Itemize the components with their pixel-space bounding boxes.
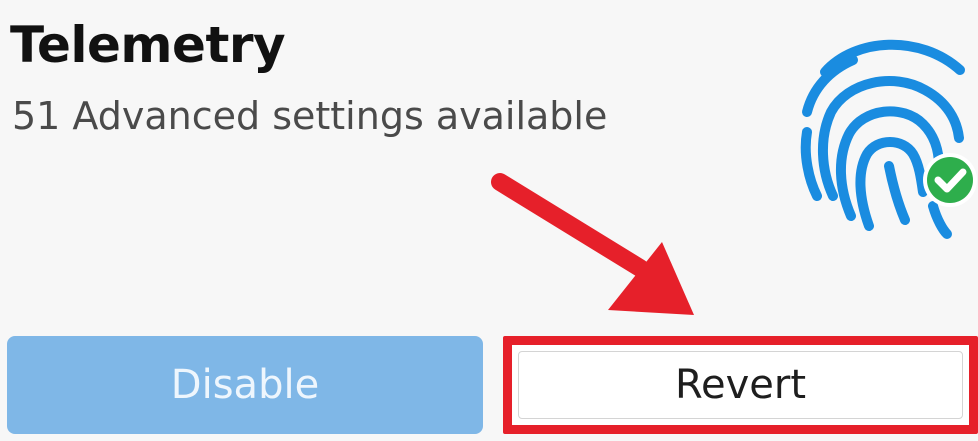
card-subtitle: 51 Advanced settings available xyxy=(12,94,608,138)
disable-button[interactable]: Disable xyxy=(7,336,483,434)
annotation-arrow xyxy=(491,173,694,315)
card-title: Telemetry xyxy=(10,16,286,74)
check-icon xyxy=(923,153,977,207)
revert-button-label: Revert xyxy=(674,362,806,408)
revert-button[interactable]: Revert xyxy=(503,336,978,434)
telemetry-card: Telemetry 51 Advanced settings available xyxy=(0,0,978,441)
disable-button-label: Disable xyxy=(170,362,320,408)
